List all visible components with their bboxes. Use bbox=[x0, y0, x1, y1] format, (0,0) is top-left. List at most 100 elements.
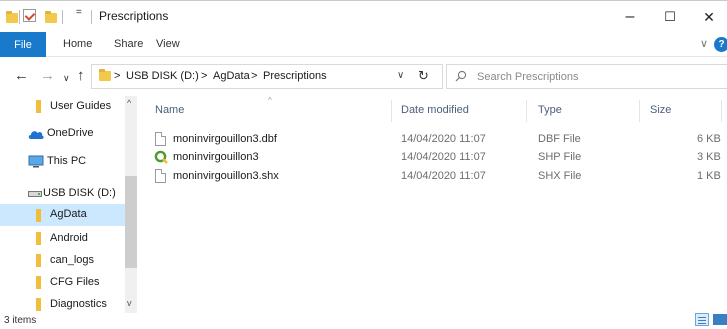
nav-item-label: AgData bbox=[50, 208, 87, 220]
item-count: 3 items bbox=[4, 315, 37, 326]
tab-home[interactable]: Home bbox=[63, 38, 92, 50]
navigation-pane: User Guides OneDrive This PC USB DISK (D… bbox=[0, 96, 137, 313]
forward-button[interactable]: → bbox=[40, 68, 55, 84]
scroll-up-arrow-icon[interactable]: ^ bbox=[127, 98, 131, 108]
breadcrumb-separator[interactable]: > bbox=[251, 70, 257, 82]
nav-item-android[interactable]: Android bbox=[0, 228, 125, 250]
tab-share[interactable]: Share bbox=[114, 38, 143, 50]
folder-icon bbox=[36, 232, 41, 245]
window-title: Prescriptions bbox=[99, 9, 169, 23]
nav-scrollbar-thumb[interactable] bbox=[125, 176, 137, 268]
refresh-button[interactable]: ↻ bbox=[418, 68, 429, 84]
status-bar: 3 items bbox=[0, 313, 727, 329]
column-divider[interactable] bbox=[721, 100, 722, 122]
divider bbox=[62, 10, 63, 24]
back-button[interactable]: ← bbox=[14, 68, 29, 84]
breadcrumb-agdata[interactable]: AgData bbox=[213, 70, 250, 82]
tab-file[interactable]: File bbox=[0, 32, 46, 57]
file-type: DBF File bbox=[538, 133, 581, 145]
help-icon[interactable]: ? bbox=[714, 37, 727, 52]
file-date: 14/04/2020 11:07 bbox=[401, 133, 486, 145]
folder-icon bbox=[36, 209, 41, 222]
file-list: ^ Name Date modified Type Size moninvirg… bbox=[137, 96, 727, 313]
column-header-date-modified[interactable]: Date modified bbox=[401, 104, 469, 116]
nav-item-cfg-files[interactable]: CFG Files bbox=[0, 272, 125, 294]
file-icon bbox=[155, 132, 166, 146]
column-divider[interactable] bbox=[391, 100, 392, 122]
column-header-size[interactable]: Size bbox=[650, 104, 671, 116]
new-folder-icon[interactable] bbox=[45, 11, 57, 23]
file-size: 3 KB bbox=[697, 151, 721, 163]
file-name: moninvirgouillon3.shx bbox=[173, 170, 279, 182]
usb-drive-icon bbox=[28, 191, 42, 197]
maximize-button[interactable]: ☐ bbox=[652, 1, 688, 33]
breadcrumb-prescriptions[interactable]: Prescriptions bbox=[263, 70, 327, 82]
nav-item-label: This PC bbox=[47, 155, 87, 167]
ribbon: File Home Share View ∨ ? bbox=[0, 32, 727, 57]
column-divider[interactable] bbox=[639, 100, 640, 122]
up-button[interactable]: ↑ bbox=[77, 68, 85, 84]
address-bar[interactable]: > USB DISK (D:) > AgData > Prescriptions… bbox=[91, 64, 443, 89]
nav-item-user-guides[interactable]: User Guides bbox=[0, 96, 125, 118]
expand-ribbon-chevron-icon[interactable]: ∨ bbox=[700, 37, 708, 50]
folder-icon bbox=[36, 254, 41, 267]
column-divider[interactable] bbox=[526, 100, 527, 122]
title-bar: = Prescriptions – ☐ ✕ bbox=[0, 0, 727, 32]
breadcrumb-separator[interactable]: > bbox=[201, 70, 207, 82]
scroll-down-arrow-icon[interactable]: v bbox=[127, 298, 132, 308]
search-input[interactable]: Search Prescriptions bbox=[477, 71, 579, 83]
column-header-type[interactable]: Type bbox=[538, 104, 562, 116]
nav-item-label: Diagnostics bbox=[50, 298, 107, 310]
nav-scrollbar[interactable]: ^ v bbox=[125, 96, 137, 313]
file-size: 6 KB bbox=[697, 133, 721, 145]
nav-item-can-logs[interactable]: can_logs bbox=[0, 250, 125, 272]
pc-icon bbox=[28, 155, 44, 168]
folder-icon bbox=[36, 276, 41, 289]
nav-item-usb-disk[interactable]: USB DISK (D:) bbox=[0, 183, 125, 205]
large-icons-view-icon[interactable] bbox=[713, 314, 727, 325]
nav-item-label: CFG Files bbox=[50, 276, 100, 288]
breadcrumb-usb-disk[interactable]: USB DISK (D:) bbox=[126, 70, 199, 82]
nav-item-label: Android bbox=[50, 232, 88, 244]
nav-item-this-pc[interactable]: This PC bbox=[0, 151, 125, 173]
file-name: moninvirgouillon3.dbf bbox=[173, 133, 277, 145]
divider bbox=[91, 10, 92, 24]
column-header-name[interactable]: Name bbox=[155, 104, 184, 116]
qgis-icon bbox=[154, 150, 168, 164]
properties-checkbox-icon[interactable] bbox=[23, 9, 36, 22]
close-button[interactable]: ✕ bbox=[691, 1, 727, 33]
minimize-button[interactable]: – bbox=[612, 1, 648, 33]
onedrive-icon bbox=[28, 131, 44, 139]
nav-item-agdata[interactable]: AgData bbox=[0, 204, 125, 226]
file-type: SHP File bbox=[538, 151, 582, 163]
file-date: 14/04/2020 11:07 bbox=[401, 170, 486, 182]
folder-icon bbox=[99, 69, 111, 81]
quick-access-dropdown[interactable]: = bbox=[76, 7, 82, 18]
file-size: 1 KB bbox=[697, 170, 721, 182]
file-date: 14/04/2020 11:07 bbox=[401, 151, 486, 163]
recent-locations-dropdown[interactable]: ∨ bbox=[63, 70, 70, 86]
nav-item-label: OneDrive bbox=[47, 127, 94, 139]
breadcrumb-separator[interactable]: > bbox=[114, 70, 120, 82]
tab-view[interactable]: View bbox=[156, 38, 180, 50]
divider bbox=[19, 10, 20, 24]
folder-icon bbox=[36, 100, 41, 113]
nav-item-label: User Guides bbox=[50, 100, 112, 112]
file-name: moninvirgouillon3 bbox=[173, 151, 259, 163]
search-icon bbox=[455, 70, 467, 82]
nav-item-onedrive[interactable]: OneDrive bbox=[0, 123, 125, 145]
folder-icon bbox=[36, 298, 41, 311]
nav-item-label: USB DISK (D:) bbox=[43, 187, 116, 199]
file-row[interactable]: moninvirgouillon3 14/04/2020 11:07 SHP F… bbox=[147, 149, 722, 167]
sort-indicator-icon: ^ bbox=[268, 96, 272, 105]
address-row: ← → ∨ ↑ > USB DISK (D:) > AgData > Presc… bbox=[0, 58, 727, 96]
search-box[interactable]: Search Prescriptions bbox=[446, 64, 727, 89]
folder-icon[interactable] bbox=[6, 11, 18, 23]
address-dropdown[interactable]: ∨ bbox=[397, 70, 404, 81]
nav-item-label: can_logs bbox=[50, 254, 95, 266]
file-type: SHX File bbox=[538, 170, 582, 182]
details-view-icon[interactable] bbox=[695, 313, 709, 326]
file-row[interactable]: moninvirgouillon3.shx 14/04/2020 11:07 S… bbox=[147, 168, 722, 186]
file-icon bbox=[155, 169, 166, 183]
file-row[interactable]: moninvirgouillon3.dbf 14/04/2020 11:07 D… bbox=[147, 131, 722, 149]
